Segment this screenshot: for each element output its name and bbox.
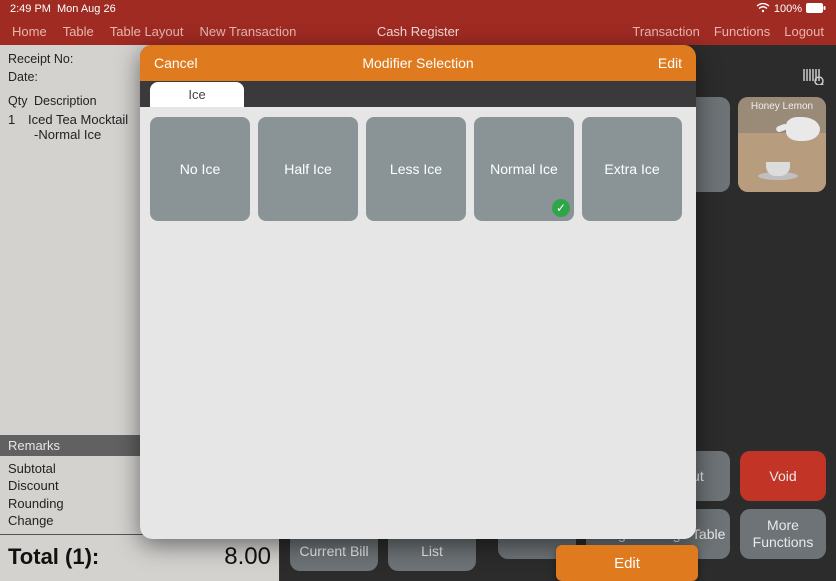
subtotal-label: Subtotal xyxy=(8,460,56,478)
tab-ice[interactable]: Ice xyxy=(150,82,244,107)
modal-title: Modifier Selection xyxy=(140,55,696,71)
line-qty: 1 xyxy=(8,112,28,127)
modal-tab-strip: Ice xyxy=(140,81,696,107)
nav-table-layout[interactable]: Table Layout xyxy=(110,24,184,39)
modifier-option-extra-ice[interactable]: Extra Ice xyxy=(582,117,682,221)
status-time: 2:49 PM xyxy=(10,3,51,15)
battery-percent: 100% xyxy=(774,3,802,15)
status-date: Mon Aug 26 xyxy=(57,3,116,15)
modifier-modal: Cancel Modifier Selection Edit Ice No Ic… xyxy=(140,45,696,539)
nav-transaction[interactable]: Transaction xyxy=(632,24,699,39)
col-qty: Qty xyxy=(8,94,34,108)
modifier-option-less-ice[interactable]: Less Ice xyxy=(366,117,466,221)
void-button[interactable]: Void xyxy=(740,451,826,501)
nav-table[interactable]: Table xyxy=(63,24,94,39)
top-nav: Home Table Table Layout New Transaction … xyxy=(0,18,836,45)
wifi-icon xyxy=(756,3,770,16)
col-desc: Description xyxy=(34,94,97,108)
nav-new-transaction[interactable]: New Transaction xyxy=(200,24,297,39)
modal-edit-button[interactable]: Edit xyxy=(556,545,698,581)
modal-body: No IceHalf IceLess IceNormal Ice✓Extra I… xyxy=(140,107,696,539)
modal-edit-header-button[interactable]: Edit xyxy=(658,55,682,71)
status-bar: 2:49 PM Mon Aug 26 100% xyxy=(0,0,836,18)
nav-home[interactable]: Home xyxy=(12,24,47,39)
rounding-label: Rounding xyxy=(8,495,64,513)
barcode-icon[interactable] xyxy=(802,67,824,91)
nav-logout[interactable]: Logout xyxy=(784,24,824,39)
modifier-option-half-ice[interactable]: Half Ice xyxy=(258,117,358,221)
product-label: Honey Lemon xyxy=(738,101,826,112)
modal-cancel-button[interactable]: Cancel xyxy=(154,55,198,71)
change-label: Change xyxy=(8,512,54,530)
check-icon: ✓ xyxy=(552,199,570,217)
more-functions-button[interactable]: More Functions xyxy=(740,509,826,559)
modal-header: Cancel Modifier Selection Edit xyxy=(140,45,696,81)
battery-icon xyxy=(806,3,826,16)
product-tile-honey-lemon[interactable]: Honey Lemon xyxy=(738,97,826,192)
modifier-option-normal-ice[interactable]: Normal Ice✓ xyxy=(474,117,574,221)
nav-functions[interactable]: Functions xyxy=(714,24,770,39)
grand-total: Total (1): 8.00 xyxy=(0,534,279,581)
total-label: Total (1): xyxy=(8,544,99,570)
discount-label: Discount xyxy=(8,477,59,495)
total-value: 8.00 xyxy=(224,543,271,571)
modifier-option-no-ice[interactable]: No Ice xyxy=(150,117,250,221)
